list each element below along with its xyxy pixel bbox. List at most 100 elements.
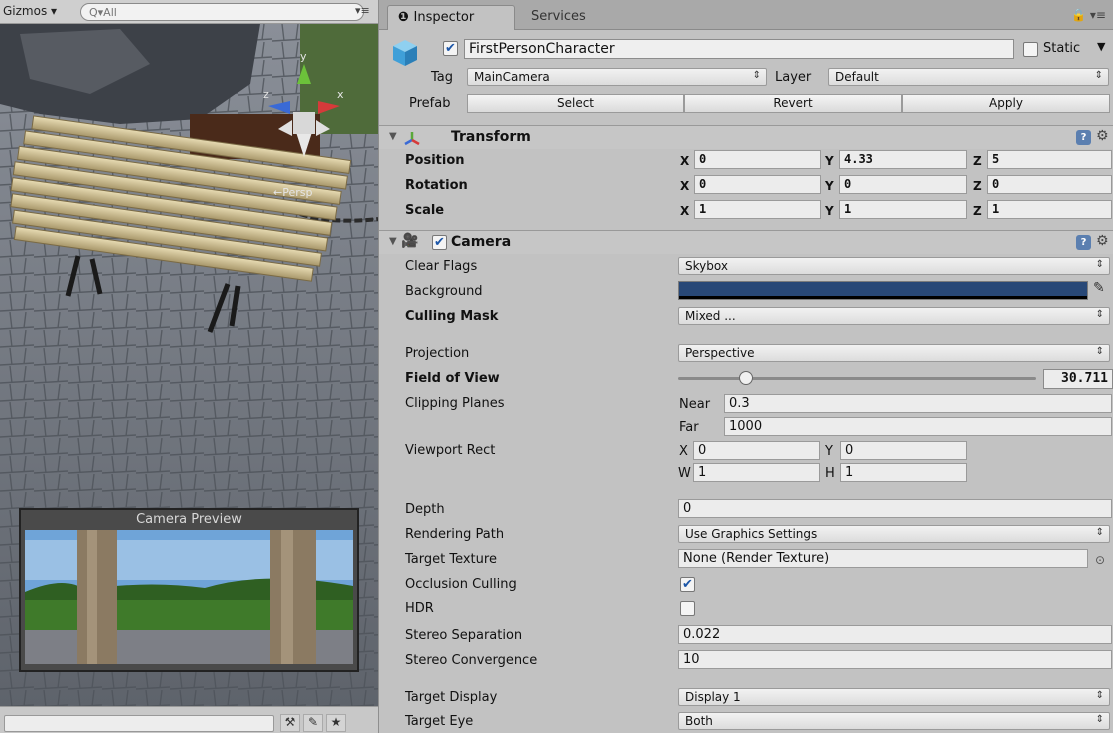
scale-z-axis[interactable]: Z — [973, 204, 982, 218]
tab-inspector-label: Inspector — [413, 10, 475, 25]
bottom-search-input[interactable] — [4, 715, 274, 732]
tab-inspector[interactable]: ❶ Inspector — [387, 5, 515, 30]
scale-z-field[interactable]: 1 — [987, 200, 1112, 219]
position-x-axis[interactable]: X — [680, 154, 689, 168]
star-icon[interactable]: ★ — [326, 714, 346, 732]
scale-y-axis[interactable]: Y — [825, 204, 834, 218]
viewport-x-label[interactable]: X — [679, 444, 688, 459]
fov-slider-thumb[interactable] — [738, 371, 753, 385]
scale-label: Scale — [405, 203, 445, 218]
scale-x-axis[interactable]: X — [680, 204, 689, 218]
gameobject-cube-icon — [393, 40, 417, 66]
rotation-y-axis[interactable]: Y — [825, 179, 834, 193]
rotation-x-axis[interactable]: X — [680, 179, 689, 193]
stereo-separation-field[interactable]: 0.022 — [678, 625, 1112, 644]
position-y-axis[interactable]: Y — [825, 154, 834, 168]
position-z-axis[interactable]: Z — [973, 154, 982, 168]
rotation-z-field[interactable]: 0 — [987, 175, 1112, 194]
camera-header[interactable]: ▼ 🎥 ✔ Camera ? ⚙ — [379, 230, 1113, 254]
clear-flags-dropdown[interactable]: Skybox ⇕ — [678, 257, 1110, 275]
target-eye-value: Both — [685, 714, 713, 728]
eyedropper-icon[interactable]: ✎ — [1093, 280, 1105, 296]
viewport-h-label[interactable]: H — [825, 466, 835, 481]
prefab-select-button[interactable]: Select — [467, 94, 684, 113]
layer-dropdown[interactable]: Default ⇕ — [828, 68, 1109, 86]
target-display-dropdown[interactable]: Display 1 ⇕ — [678, 688, 1110, 706]
rotation-y-field[interactable]: 0 — [839, 175, 967, 194]
scene-view[interactable]: y z x ←Persp Gizmos ▾ ▾≡ Camera Preview … — [0, 0, 378, 733]
projection-label: Projection — [405, 346, 470, 361]
panel-menu-icon[interactable]: 🔒 ▾≡ — [1071, 8, 1106, 22]
tag-dropdown[interactable]: MainCamera ⇕ — [467, 68, 767, 86]
viewport-x-field[interactable]: 0 — [693, 441, 820, 460]
fov-slider-track[interactable] — [678, 377, 1036, 380]
tag-icon[interactable]: ✎ — [303, 714, 323, 732]
stereo-convergence-field[interactable]: 10 — [678, 650, 1112, 669]
camera-preview-title: Camera Preview — [136, 512, 242, 527]
static-dropdown-arrow[interactable]: ▼ — [1097, 40, 1105, 53]
rotation-label: Rotation — [405, 178, 468, 193]
camera-preview: Camera Preview — [19, 508, 359, 672]
scene-search-input[interactable] — [80, 3, 364, 21]
camera-enabled-checkbox[interactable]: ✔ — [432, 235, 447, 250]
viewport-h-field[interactable]: 1 — [840, 463, 967, 482]
prefab-apply-button[interactable]: Apply — [902, 94, 1110, 113]
viewport-y-field[interactable]: 0 — [840, 441, 967, 460]
transform-icon — [404, 132, 420, 146]
target-texture-field[interactable]: None (Render Texture) — [678, 549, 1088, 568]
scene-menu-icon[interactable]: ▾≡ — [355, 4, 370, 17]
viewport-y-label[interactable]: Y — [825, 444, 833, 459]
target-eye-dropdown[interactable]: Both ⇕ — [678, 712, 1110, 730]
gear-icon[interactable]: ⚙ — [1096, 233, 1109, 249]
scale-x-field[interactable]: 1 — [694, 200, 821, 219]
scene-bottom-bar: ⚒ ✎ ★ — [0, 706, 378, 733]
culling-mask-dropdown[interactable]: Mixed ... ⇕ — [678, 307, 1110, 325]
position-y-field[interactable]: 4.33 — [839, 150, 967, 169]
help-icon[interactable]: ? — [1076, 130, 1091, 145]
object-picker-icon[interactable]: ⊙ — [1095, 553, 1105, 567]
projection-dropdown[interactable]: Perspective ⇕ — [678, 344, 1110, 362]
persp-label[interactable]: ←Persp — [273, 186, 312, 199]
depth-field[interactable]: 0 — [678, 499, 1112, 518]
culling-mask-value: Mixed ... — [685, 309, 736, 323]
transform-title: Transform — [451, 129, 531, 145]
inspector-panel: ❶ Inspector Services 🔒 ▾≡ ✔ FirstPersonC… — [378, 0, 1113, 733]
rotation-z-axis[interactable]: Z — [973, 179, 982, 193]
transform-header[interactable]: ▼ Transform ? ⚙ — [379, 125, 1113, 149]
clear-flags-label: Clear Flags — [405, 259, 478, 274]
scale-y-field[interactable]: 1 — [839, 200, 967, 219]
far-field[interactable]: 1000 — [724, 417, 1112, 436]
gear-icon[interactable]: ⚙ — [1096, 128, 1109, 144]
rotation-x-field[interactable]: 0 — [694, 175, 821, 194]
help-icon[interactable]: ? — [1076, 235, 1091, 250]
gameobject-name-field[interactable]: FirstPersonCharacter — [464, 39, 1014, 59]
lock-icon[interactable]: ⚒ — [280, 714, 300, 732]
gizmos-dropdown[interactable]: Gizmos ▾ — [3, 4, 57, 18]
rendering-path-dropdown[interactable]: Use Graphics Settings ⇕ — [678, 525, 1110, 543]
prefab-revert-button[interactable]: Revert — [684, 94, 902, 113]
background-label: Background — [405, 284, 483, 299]
active-checkbox[interactable]: ✔ — [443, 41, 458, 56]
foldout-arrow-icon[interactable]: ▼ — [389, 236, 397, 247]
viewport-w-field[interactable]: 1 — [693, 463, 820, 482]
tag-value: MainCamera — [474, 70, 550, 84]
viewport-w-label[interactable]: W — [678, 466, 691, 481]
dropdown-arrow-icon: ⇕ — [1095, 714, 1104, 725]
position-z-field[interactable]: 5 — [987, 150, 1112, 169]
position-x-field[interactable]: 0 — [694, 150, 821, 169]
near-field[interactable]: 0.3 — [724, 394, 1112, 413]
layer-value: Default — [835, 70, 879, 84]
tab-services[interactable]: Services — [521, 5, 596, 30]
fov-value-field[interactable]: 30.711 — [1043, 369, 1113, 389]
dropdown-arrow-icon: ⇕ — [1095, 690, 1104, 701]
rendering-path-label: Rendering Path — [405, 527, 505, 542]
camera-preview-image — [25, 530, 353, 664]
foldout-arrow-icon[interactable]: ▼ — [389, 131, 397, 142]
target-display-label: Target Display — [405, 690, 498, 705]
static-checkbox[interactable] — [1023, 42, 1038, 57]
occlusion-culling-label: Occlusion Culling — [405, 577, 517, 592]
hdr-checkbox[interactable] — [680, 601, 695, 616]
occlusion-culling-checkbox[interactable]: ✔ — [680, 577, 695, 592]
rendering-path-value: Use Graphics Settings — [685, 527, 818, 541]
culling-mask-label: Culling Mask — [405, 309, 499, 324]
